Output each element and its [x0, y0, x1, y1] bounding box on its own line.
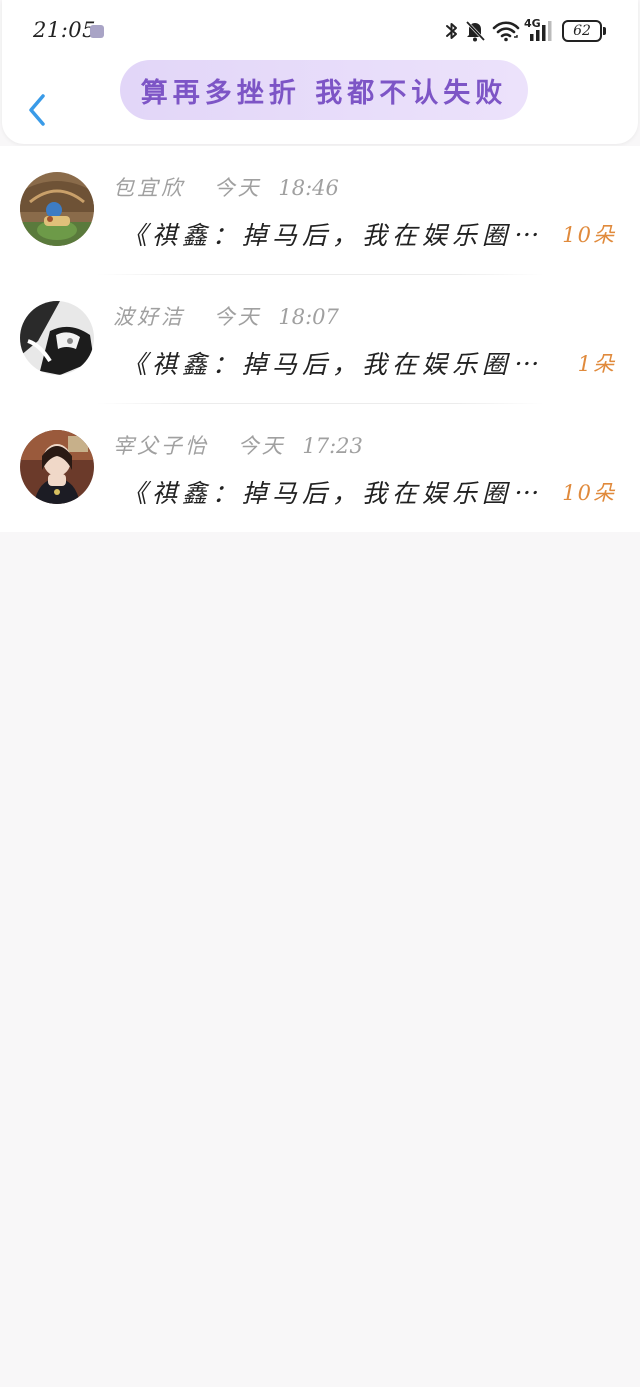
list-item[interactable]: 宰父子怡 今天 17:23 《祺鑫：掉马后，我在娱乐圈⋯ 10朵: [0, 404, 640, 533]
status-time: 21:05: [33, 18, 97, 42]
message-excerpt: 《祺鑫：掉马后，我在娱乐圈⋯: [122, 479, 543, 508]
sender-name: 包宜欣: [113, 176, 185, 200]
wifi-icon: [492, 21, 520, 42]
page-title: 算再多挫折 我都不认失败: [140, 77, 508, 109]
flower-count: 1朵: [577, 352, 616, 376]
message-day: 今天: [213, 176, 262, 200]
message-day: 今天: [237, 434, 286, 458]
message-meta: 波好洁 今天 18:07: [113, 301, 339, 331]
message-list: 包宜欣 今天 18:46 《祺鑫：掉马后，我在娱乐圈⋯ 10朵 波好洁 今天 1…: [0, 146, 640, 532]
avatar[interactable]: [20, 430, 94, 504]
notification-icon: [90, 25, 104, 38]
back-button[interactable]: [22, 90, 52, 130]
page: 21:05 4G 62 算再多挫折 我都不认失败 包宜欣 今天 18:46 《祺…: [0, 0, 640, 1387]
signal-icon: [530, 21, 552, 41]
avatar[interactable]: [20, 301, 94, 375]
message-time: 18:07: [278, 305, 339, 329]
message-time: 18:46: [278, 176, 339, 200]
header: 21:05 4G 62 算再多挫折 我都不认失败: [2, 0, 638, 144]
message-excerpt: 《祺鑫：掉马后，我在娱乐圈⋯: [122, 221, 543, 250]
sender-name: 宰父子怡: [113, 434, 209, 458]
list-item[interactable]: 包宜欣 今天 18:46 《祺鑫：掉马后，我在娱乐圈⋯ 10朵: [0, 146, 640, 275]
message-time: 17:23: [302, 434, 363, 458]
bluetooth-icon: [446, 23, 457, 39]
status-bar: 21:05 4G 62: [2, 0, 638, 62]
flower-count: 10朵: [562, 481, 616, 505]
message-excerpt: 《祺鑫：掉马后，我在娱乐圈⋯: [122, 350, 543, 379]
avatar[interactable]: [20, 172, 94, 246]
bell-muted-icon: [465, 20, 486, 42]
battery-tip: [603, 27, 606, 35]
message-day: 今天: [213, 305, 262, 329]
battery-indicator: 62: [562, 20, 602, 42]
sender-name: 波好洁: [113, 305, 185, 329]
message-meta: 宰父子怡 今天 17:23: [113, 430, 363, 460]
flower-count: 10朵: [562, 223, 616, 247]
message-meta: 包宜欣 今天 18:46: [113, 172, 339, 202]
title-banner: 算再多挫折 我都不认失败: [120, 60, 528, 120]
list-item[interactable]: 波好洁 今天 18:07 《祺鑫：掉马后，我在娱乐圈⋯ 1朵: [0, 275, 640, 404]
chevron-left-icon: [29, 94, 45, 126]
